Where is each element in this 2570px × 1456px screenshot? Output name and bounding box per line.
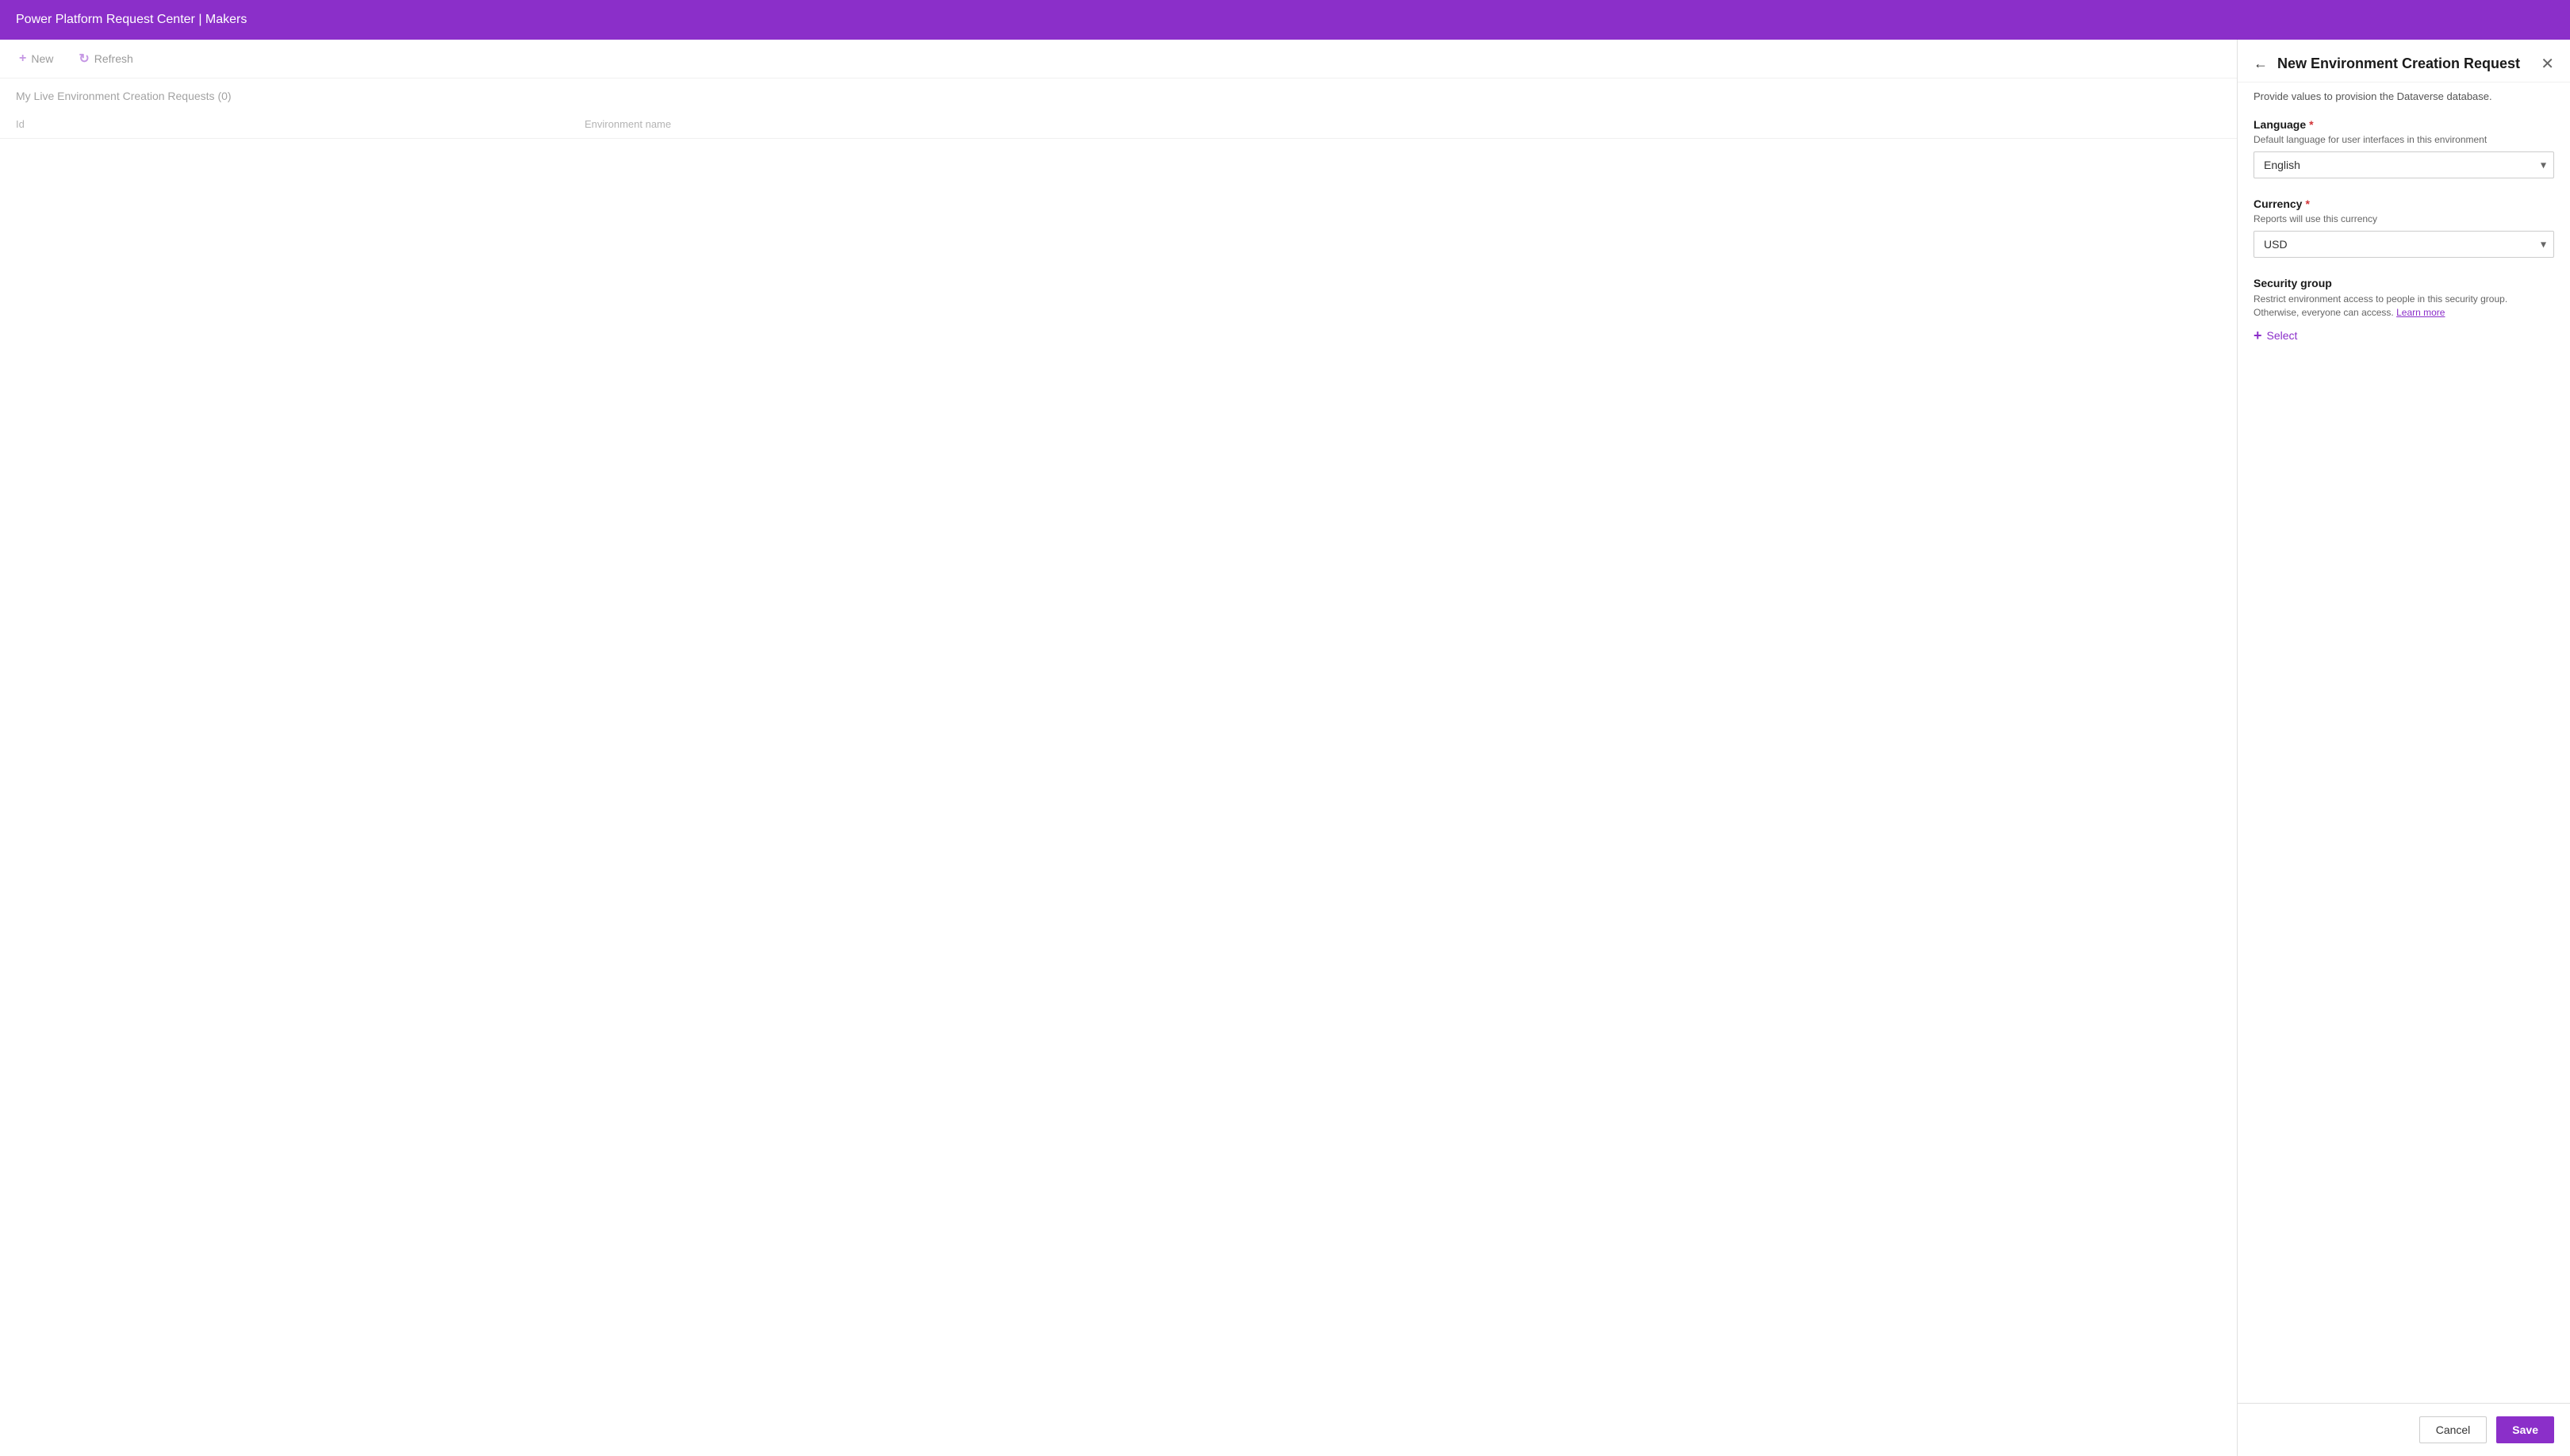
main-layout: + New ↻ Refresh My Live Environment Crea… [0, 40, 2570, 1456]
left-panel: + New ↻ Refresh My Live Environment Crea… [0, 40, 2237, 1456]
refresh-button[interactable]: ↻ Refresh [72, 48, 139, 70]
panel-close-button[interactable]: ✕ [2541, 54, 2554, 74]
currency-select-wrapper: USD EUR GBP JPY CAD ▾ [2254, 231, 2554, 258]
data-table: Id Environment name [0, 110, 2237, 139]
section-title: My Live Environment Creation Requests (0… [0, 79, 2237, 110]
refresh-icon: ↻ [79, 51, 89, 67]
app-header: Power Platform Request Center | Makers [0, 0, 2570, 40]
currency-label: Currency * [2254, 197, 2554, 210]
panel-footer: Cancel Save [2238, 1403, 2570, 1456]
language-section: Language * Default language for user int… [2254, 118, 2554, 178]
cancel-button[interactable]: Cancel [2419, 1416, 2488, 1443]
learn-more-link[interactable]: Learn more [2396, 307, 2445, 318]
panel-subtitle: Provide values to provision the Datavers… [2238, 82, 2570, 102]
security-group-select-label: Select [2267, 329, 2298, 342]
panel-header: ← New Environment Creation Request ✕ [2238, 40, 2570, 82]
currency-select[interactable]: USD EUR GBP JPY CAD [2254, 231, 2554, 258]
toolbar: + New ↻ Refresh [0, 40, 2237, 79]
close-icon: ✕ [2541, 54, 2554, 74]
back-icon: ← [2254, 56, 2268, 72]
language-required-star: * [2309, 118, 2313, 131]
panel-header-left: ← New Environment Creation Request [2254, 56, 2520, 72]
security-group-section: Security group Restrict environment acce… [2254, 277, 2554, 344]
language-select[interactable]: English French Spanish German Japanese [2254, 151, 2554, 178]
new-label: New [31, 52, 53, 65]
panel-title: New Environment Creation Request [2277, 56, 2520, 72]
refresh-label: Refresh [94, 52, 133, 65]
currency-section: Currency * Reports will use this currenc… [2254, 197, 2554, 258]
save-button[interactable]: Save [2496, 1416, 2554, 1443]
panel-back-button[interactable]: ← [2254, 56, 2268, 72]
right-panel: ← New Environment Creation Request ✕ Pro… [2237, 40, 2570, 1456]
app-title: Power Platform Request Center | Makers [16, 13, 247, 27]
col-env-name: Environment name [569, 110, 2237, 139]
col-id: Id [0, 110, 569, 139]
security-group-plus-icon: + [2254, 328, 2262, 344]
language-select-wrapper: English French Spanish German Japanese ▾ [2254, 151, 2554, 178]
panel-content: Language * Default language for user int… [2238, 102, 2570, 1403]
currency-required-star: * [2305, 197, 2309, 210]
security-group-label: Security group [2254, 277, 2554, 289]
security-group-desc: Restrict environment access to people in… [2254, 293, 2554, 320]
new-icon: + [19, 52, 26, 66]
security-group-select-button[interactable]: + Select [2254, 328, 2297, 344]
language-label: Language * [2254, 118, 2554, 131]
new-button[interactable]: + New [13, 48, 59, 69]
currency-hint: Reports will use this currency [2254, 213, 2554, 224]
language-hint: Default language for user interfaces in … [2254, 134, 2554, 145]
